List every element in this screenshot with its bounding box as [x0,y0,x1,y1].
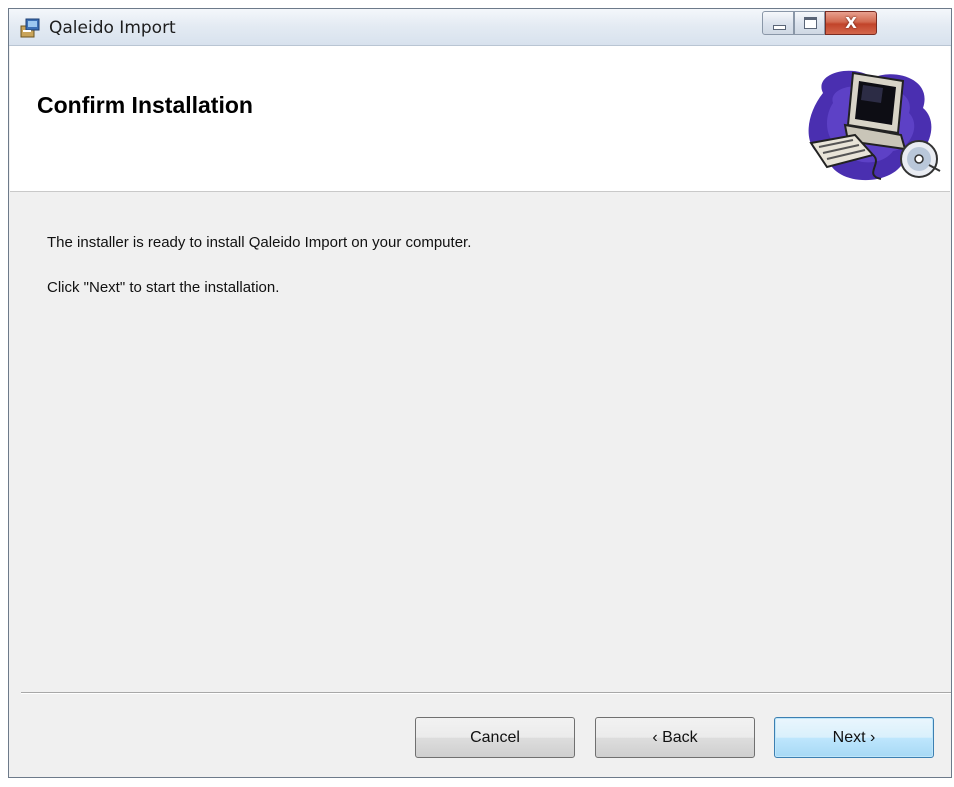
header-banner: Confirm Installation [10,46,950,192]
maximize-button[interactable] [794,11,825,35]
window-title: Qaleido Import [49,18,176,38]
page-title: Confirm Installation [37,92,253,118]
minimize-button[interactable] [762,11,794,35]
title-bar[interactable]: Qaleido Import X [9,9,951,46]
footer-divider [21,692,951,694]
back-button[interactable]: ‹ Back [595,717,755,758]
instruction-message: Click "Next" to start the installation. [47,279,280,296]
maximize-icon [804,17,817,29]
next-button[interactable]: Next › [774,717,934,758]
close-icon: X [845,14,857,32]
installer-window: Qaleido Import X Confirm Installation Th… [8,8,952,778]
computer-with-cd-icon [808,70,941,181]
minimize-icon [773,25,786,30]
close-button[interactable]: X [825,11,877,35]
ready-message: The installer is ready to install Qaleid… [47,234,472,251]
installer-app-icon [20,18,40,38]
cancel-button[interactable]: Cancel [415,717,575,758]
